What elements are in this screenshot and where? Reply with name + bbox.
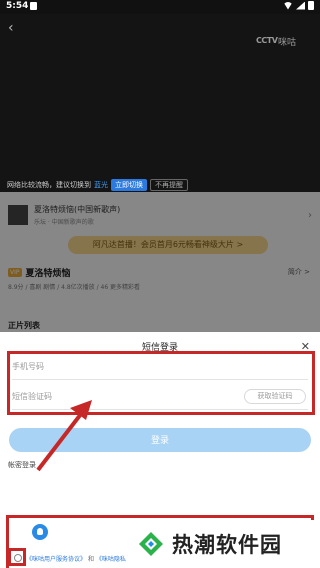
login-button[interactable]: 登录: [9, 428, 311, 452]
signal-icon: [296, 1, 305, 10]
switch-quality-button[interactable]: 立即切换: [111, 179, 147, 191]
wifi-icon: [283, 1, 293, 10]
notice-highlight: 蓝光: [94, 181, 108, 189]
watermark: 热潮软件园: [126, 520, 320, 568]
dismiss-notice-button[interactable]: 不再提醒: [150, 179, 188, 191]
password-login-link[interactable]: 帐密登录: [8, 460, 36, 470]
watermark-logo-icon: [139, 532, 163, 556]
status-icons: [283, 1, 314, 10]
watermark-text: 热潮软件园: [172, 533, 282, 557]
cctv-logo: CCTV: [256, 36, 278, 45]
notice-text: 网络比较流畅，建议切换到: [7, 181, 91, 189]
back-arrow-icon[interactable]: ‹: [8, 20, 14, 36]
annotation-box-fields: [7, 351, 315, 415]
status-time: 5:54: [6, 1, 29, 11]
battery-icon: [308, 1, 314, 10]
status-bar: 5:54: [0, 0, 320, 14]
notification-icon: [30, 2, 37, 10]
quality-notice: 网络比较流畅，建议切换到 蓝光 立即切换 不再提醒: [7, 179, 188, 191]
brand-logo: 咪咕: [278, 38, 297, 48]
annotation-box-checkbox: [8, 548, 26, 566]
video-player[interactable]: ‹ CCTV 咪咕 网络比较流畅，建议切换到 蓝光 立即切换 不再提醒: [0, 14, 320, 192]
